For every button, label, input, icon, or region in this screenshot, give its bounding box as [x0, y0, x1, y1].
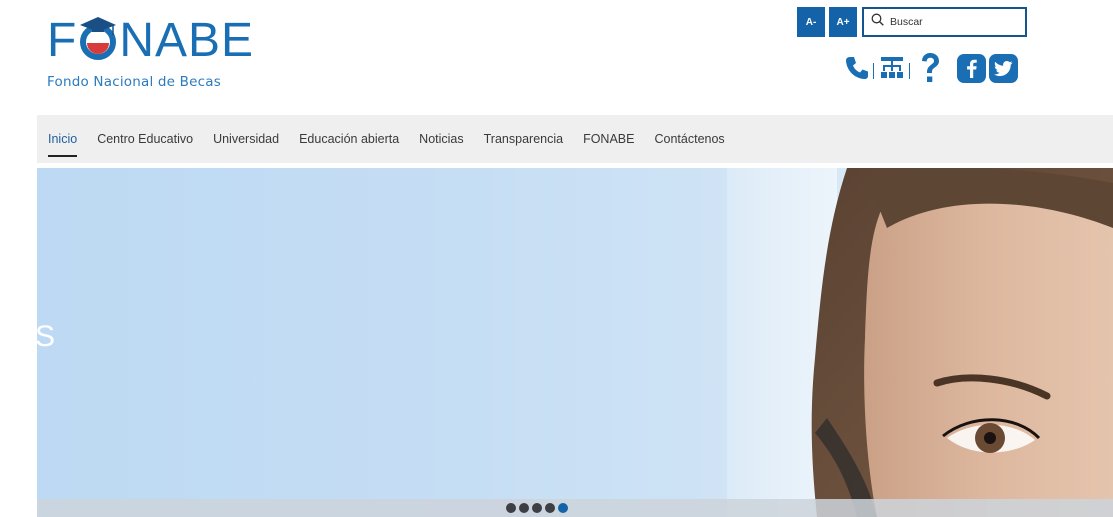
hero-photo-woman	[811, 168, 1113, 517]
slider-dot-1[interactable]	[506, 503, 516, 513]
hero-slider[interactable]: S	[37, 168, 1113, 517]
help-icon[interactable]	[916, 52, 944, 84]
search-icon[interactable]	[871, 13, 884, 31]
header-tools: A- A+	[797, 7, 1027, 37]
sitemap-icon[interactable]	[877, 55, 907, 81]
main-nav: Inicio Centro Educativo Universidad Educ…	[37, 115, 1113, 163]
hero-caption-fragment: S	[37, 320, 56, 353]
nav-item-centro-educativo[interactable]: Centro Educativo	[97, 131, 193, 147]
slider-dots	[506, 503, 568, 513]
slider-controls	[37, 499, 1113, 517]
nav-item-educacion-abierta[interactable]: Educación abierta	[299, 131, 399, 147]
logo-subtitle: Fondo Nacional de Becas	[47, 74, 221, 90]
fonabe-logo[interactable]: F NABE Fondo Nacional de Becas	[47, 7, 267, 91]
font-increase-button[interactable]: A+	[829, 7, 857, 37]
facebook-icon[interactable]	[956, 53, 986, 83]
font-decrease-button[interactable]: A-	[797, 7, 825, 37]
logo-wordmark: F NABE	[47, 14, 255, 67]
nav-item-fonabe[interactable]: FONABE	[583, 131, 634, 147]
nav-item-transparencia[interactable]: Transparencia	[484, 131, 563, 147]
twitter-icon[interactable]	[988, 53, 1018, 83]
nav-item-inicio[interactable]: Inicio	[48, 131, 78, 157]
slider-dot-2[interactable]	[519, 503, 529, 513]
nav-item-contactenos[interactable]: Contáctenos	[654, 131, 724, 147]
site-header: F NABE Fondo Nacional de Becas A- A+	[0, 0, 1113, 115]
search-box[interactable]	[862, 7, 1027, 37]
divider	[909, 63, 910, 79]
quick-links	[841, 50, 1018, 86]
phone-icon[interactable]	[841, 55, 873, 81]
search-input[interactable]	[890, 16, 1020, 28]
slider-dot-4[interactable]	[545, 503, 555, 513]
divider	[873, 63, 874, 79]
nav-item-universidad[interactable]: Universidad	[213, 131, 279, 147]
nav-item-noticias[interactable]: Noticias	[419, 131, 463, 147]
slider-dot-3[interactable]	[532, 503, 542, 513]
graduation-cap-icon	[78, 16, 118, 60]
slider-dot-5[interactable]	[558, 503, 568, 513]
